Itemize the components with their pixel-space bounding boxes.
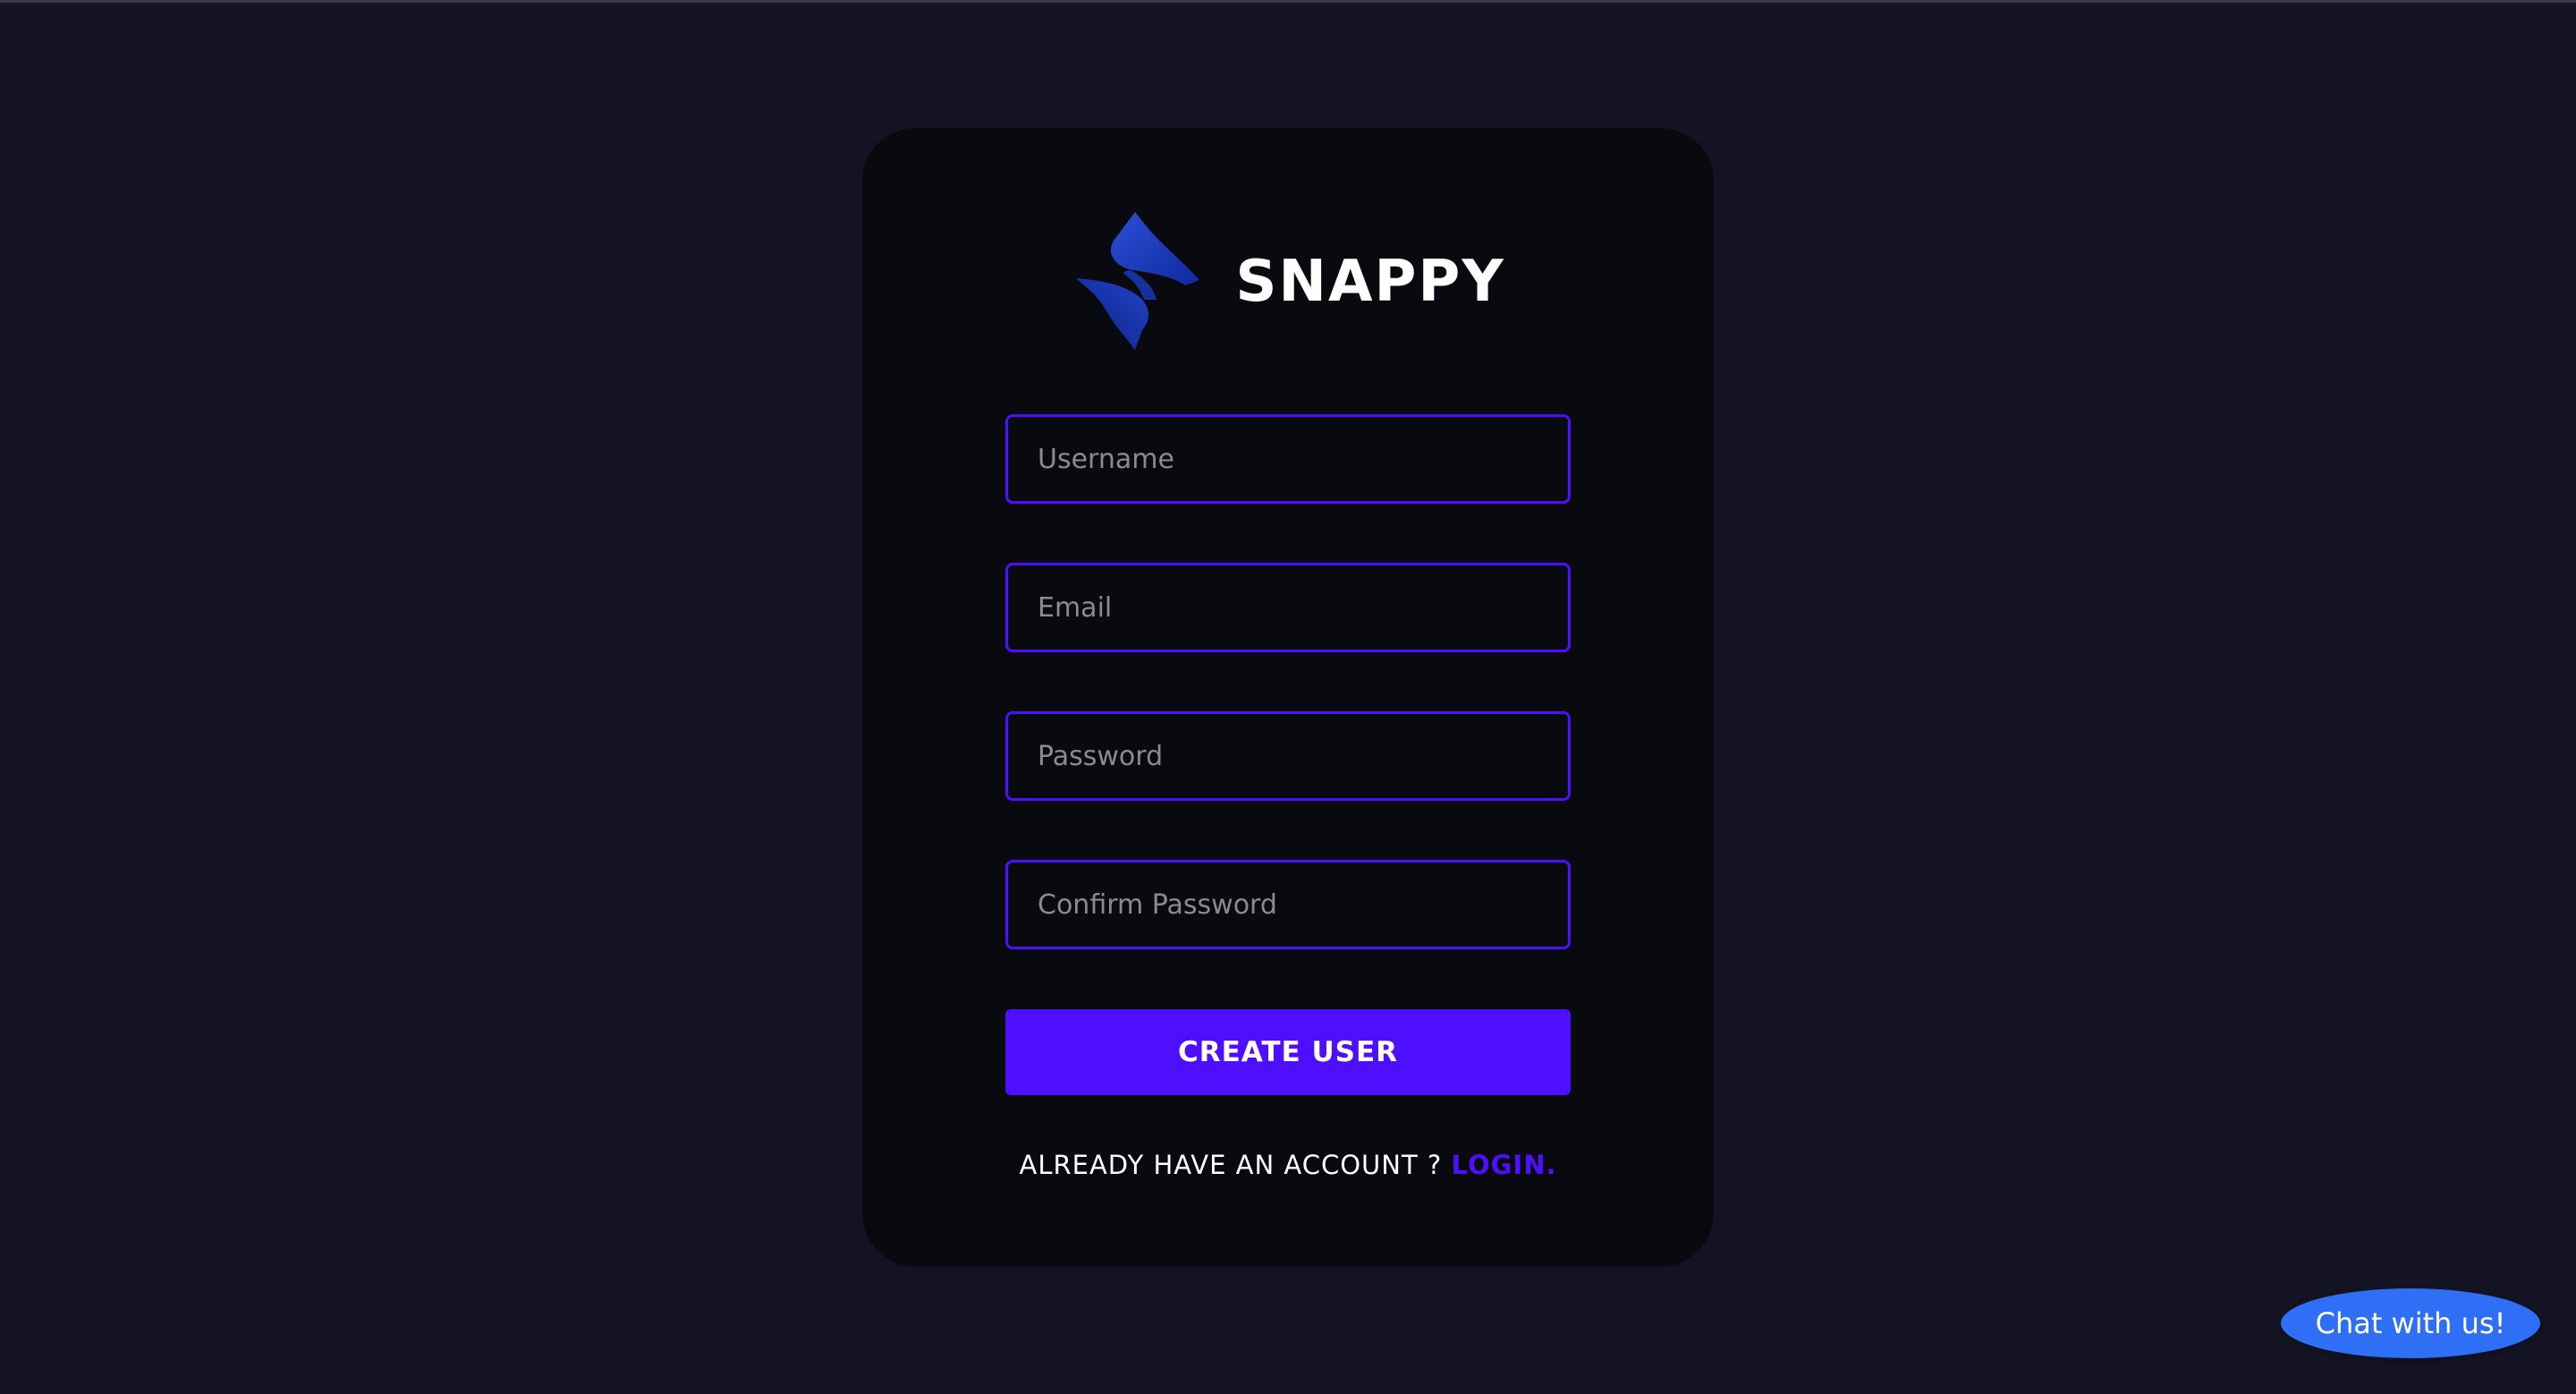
register-card: SNAPPY CREATE USER <box>862 128 1714 1267</box>
snappy-logo-icon <box>1076 212 1200 350</box>
username-input[interactable] <box>1005 414 1571 504</box>
chat-with-us-button[interactable]: Chat with us! <box>2281 1288 2540 1358</box>
email-input[interactable] <box>1005 563 1571 652</box>
create-user-button[interactable]: CREATE USER <box>1005 1009 1571 1095</box>
password-input[interactable] <box>1005 711 1571 801</box>
login-link[interactable]: LOGIN. <box>1452 1150 1557 1180</box>
login-prompt-text: ALREADY HAVE AN ACCOUNT ? <box>1019 1150 1443 1180</box>
confirm-password-input[interactable] <box>1005 860 1571 949</box>
brand-name: SNAPPY <box>1235 249 1505 315</box>
brand: SNAPPY <box>862 210 1714 353</box>
top-divider <box>0 0 2576 3</box>
login-prompt: ALREADY HAVE AN ACCOUNT ? LOGIN. <box>0 1143 2576 1186</box>
